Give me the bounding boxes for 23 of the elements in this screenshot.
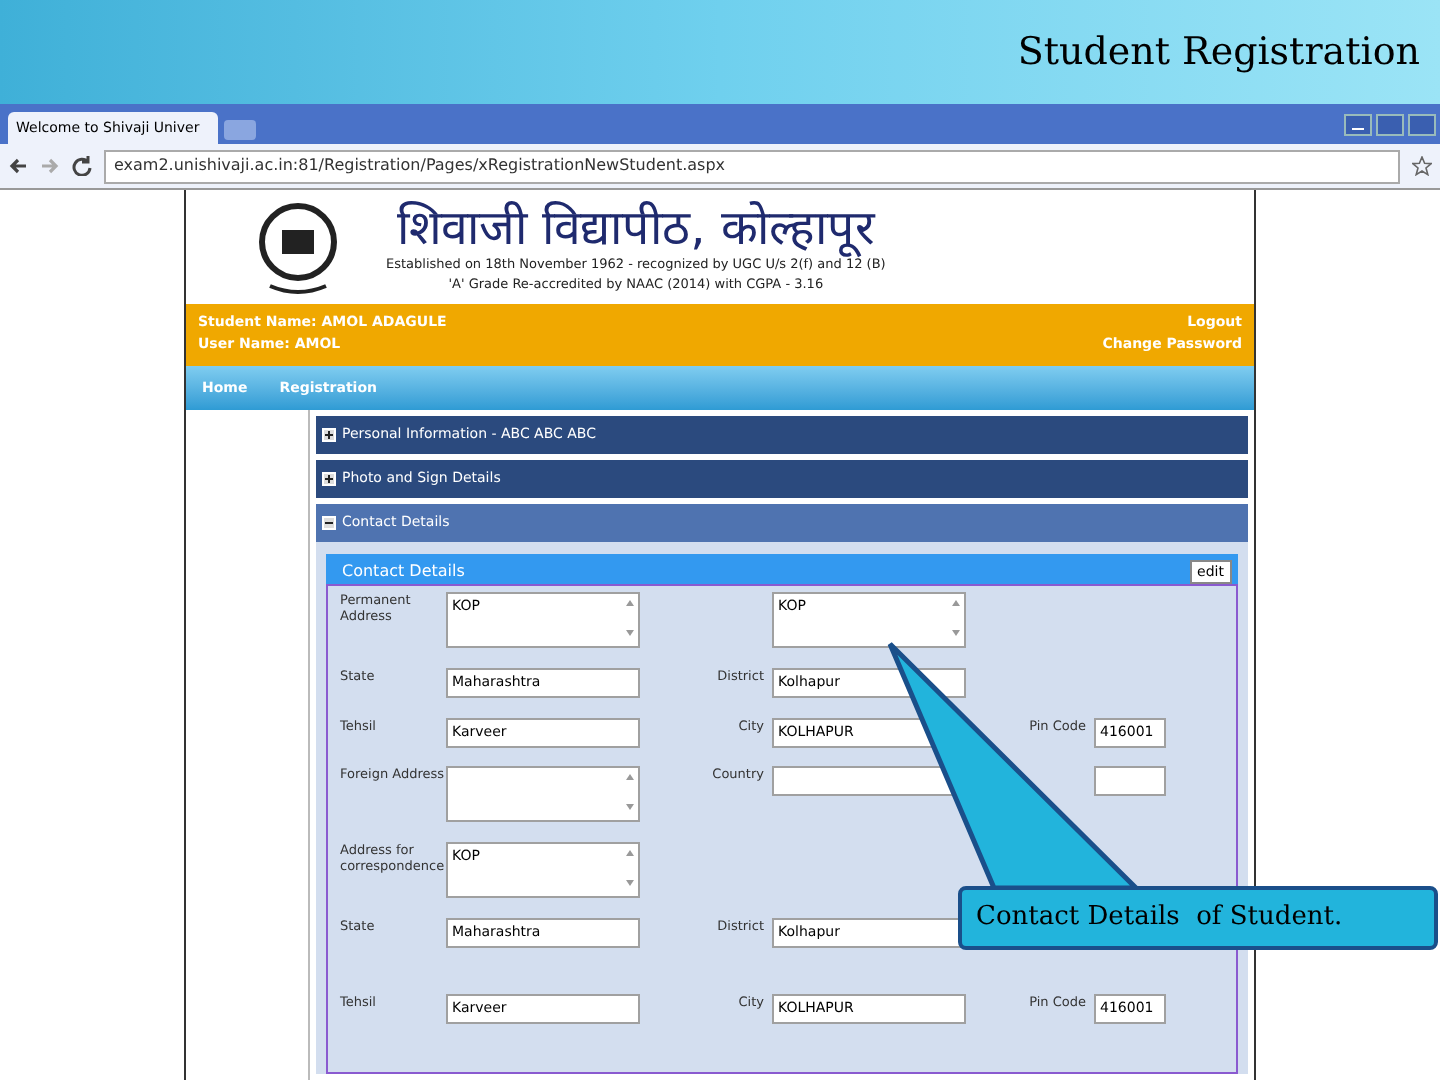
close-button[interactable] [1408, 114, 1436, 136]
panel-title: Contact Details [342, 560, 465, 584]
maximize-button[interactable] [1376, 114, 1404, 136]
forward-icon[interactable] [40, 156, 60, 176]
minimize-button[interactable] [1344, 114, 1372, 136]
back-icon[interactable] [8, 156, 28, 176]
callout-box: Contact Details of Student. [958, 886, 1438, 950]
star-icon[interactable] [1412, 156, 1432, 176]
scroll-arrows-icon [626, 600, 634, 636]
university-seal-icon [258, 197, 338, 297]
scroll-arrows-icon [952, 600, 960, 636]
scroll-arrows-icon [626, 850, 634, 886]
expand-icon [322, 472, 336, 486]
address-field[interactable]: exam2.unishivaji.ac.in:81/Registration/Pages/xRegistrationNewStudent.aspx [104, 149, 1400, 183]
reload-icon[interactable] [72, 156, 92, 176]
expand-icon [322, 428, 336, 442]
university-name: शिवाजी विद्यापीठ, कोल्हापूर [396, 199, 875, 256]
collapse-icon [322, 516, 336, 530]
scroll-arrows-icon [626, 774, 634, 810]
minimize-icon [1352, 128, 1364, 130]
slide-title: Student Registration [1017, 27, 1420, 78]
text-area[interactable] [446, 766, 640, 822]
input-field[interactable] [1094, 766, 1166, 796]
